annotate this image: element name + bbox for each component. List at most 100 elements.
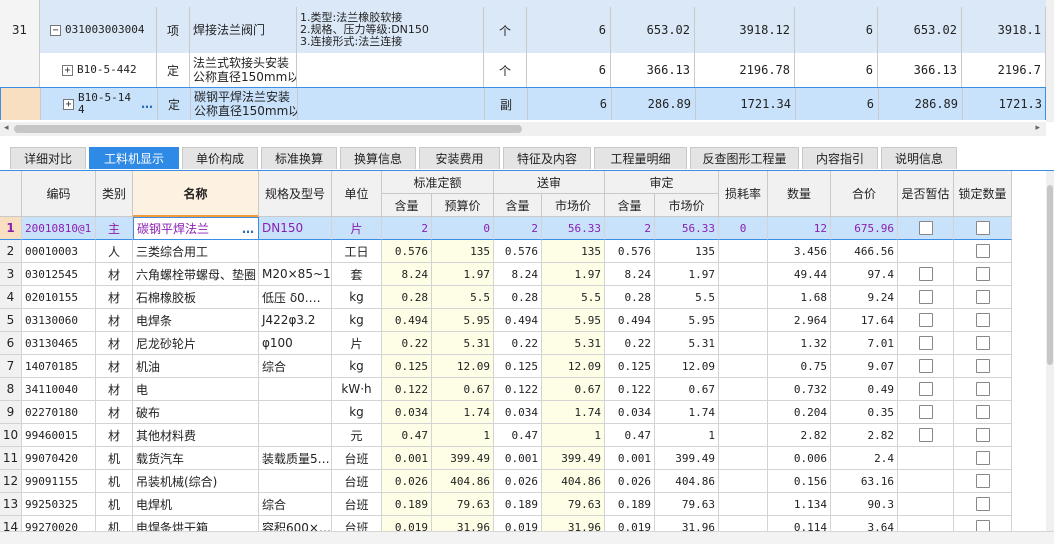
cell-n[interactable]: 9 xyxy=(0,401,22,424)
cell-p3[interactable]: 1 xyxy=(655,424,719,447)
cell-n[interactable]: 12 xyxy=(0,470,22,493)
col-lock-header[interactable]: 锁定数量 xyxy=(954,171,1012,217)
lock-quantity-checkbox[interactable] xyxy=(975,405,990,419)
table-row[interactable]: 31 −031003003004 项焊接法兰阀门 1.类型:法兰橡胶软接 2.规格、压力… xyxy=(0,7,1046,54)
cell-name[interactable]: 机油 xyxy=(133,355,259,378)
cell-lock[interactable] xyxy=(954,309,1012,332)
cell-code[interactable]: 34110040 xyxy=(22,378,96,401)
cell-code[interactable]: 14070185 xyxy=(22,355,96,378)
cell-count[interactable]: 12 xyxy=(768,217,831,240)
cell-lock[interactable] xyxy=(954,217,1012,240)
cell-n[interactable]: 3 xyxy=(0,263,22,286)
cell-type[interactable]: 材 xyxy=(96,332,133,355)
lock-quantity-checkbox[interactable] xyxy=(975,474,990,488)
cell-count[interactable]: 1.134 xyxy=(768,493,831,516)
cell-total[interactable]: 63.16 xyxy=(831,470,898,493)
cell-q2[interactable]: 2 xyxy=(494,217,542,240)
cell-q2[interactable]: 0.22 xyxy=(494,332,542,355)
cell-q1[interactable]: 0.034 xyxy=(382,401,432,424)
cell-p1[interactable]: 1.74 xyxy=(432,401,494,424)
cell-unit[interactable]: 片 xyxy=(332,217,382,240)
cell-lock[interactable] xyxy=(954,263,1012,286)
cell-temp[interactable] xyxy=(898,378,954,401)
cell-temp[interactable] xyxy=(898,286,954,309)
cell-count[interactable]: 0.006 xyxy=(768,447,831,470)
tab-8[interactable]: 反查图形工程量 xyxy=(690,147,799,169)
col-audit-qty-header[interactable]: 含量 xyxy=(605,194,655,217)
cell-total[interactable]: 1721.34 xyxy=(696,88,796,120)
cell-count[interactable]: 49.44 xyxy=(768,263,831,286)
cell-p1[interactable]: 135 xyxy=(432,240,494,263)
cell-code[interactable]: 99091155 xyxy=(22,470,96,493)
cell-loss[interactable] xyxy=(719,447,768,470)
cell-n[interactable]: 11 xyxy=(0,447,22,470)
cell-type[interactable]: 材 xyxy=(96,263,133,286)
cell-q3[interactable]: 0.026 xyxy=(605,470,655,493)
cell-n[interactable]: 6 xyxy=(0,332,22,355)
grid-row[interactable]: 7 14070185 材 机油 综合 kg 0.125 12.09 0.125 12.09 0.12… xyxy=(0,355,1012,378)
cell-spec[interactable]: 装载质量5… xyxy=(259,447,332,470)
cell-lock[interactable] xyxy=(954,378,1012,401)
cell-n[interactable]: 10 xyxy=(0,424,22,447)
cell-temp[interactable] xyxy=(898,493,954,516)
cell-loss[interactable] xyxy=(719,309,768,332)
cell-p2[interactable]: 5.5 xyxy=(542,286,605,309)
col-code-header[interactable]: 编码 xyxy=(22,171,96,217)
cell-type[interactable]: 材 xyxy=(96,424,133,447)
col-unit-header[interactable]: 单位 xyxy=(332,171,382,217)
cell-p1[interactable]: 12.09 xyxy=(432,355,494,378)
table-row[interactable]: + B10-5-442 定法兰式软接头安装 公称直径150mm以内 个 6 366.13 2… xyxy=(0,53,1046,88)
cell-n[interactable]: 2 xyxy=(0,240,22,263)
cell-q1[interactable]: 0.026 xyxy=(382,470,432,493)
temp-estimate-checkbox[interactable] xyxy=(918,221,933,235)
cell-spec[interactable] xyxy=(259,240,332,263)
cell-type[interactable]: 项 xyxy=(157,7,190,53)
cell-unit[interactable]: 元 xyxy=(332,424,382,447)
lock-quantity-checkbox[interactable] xyxy=(975,382,990,396)
lock-quantity-checkbox[interactable] xyxy=(975,313,990,327)
cell-code[interactable]: 02010155 xyxy=(22,286,96,309)
cell-p2[interactable]: 399.49 xyxy=(542,447,605,470)
cell-price2[interactable]: 366.13 xyxy=(878,53,962,87)
tab-5[interactable]: 安装费用 xyxy=(419,147,500,169)
cell-q1[interactable]: 0.28 xyxy=(382,286,432,309)
cell-q1[interactable]: 0.125 xyxy=(382,355,432,378)
cell-q2[interactable]: 0.494 xyxy=(494,309,542,332)
lock-quantity-checkbox[interactable] xyxy=(975,497,990,511)
cell-p1[interactable]: 5.5 xyxy=(432,286,494,309)
cell-q3[interactable]: 0.576 xyxy=(605,240,655,263)
cell-q2[interactable]: 0.034 xyxy=(494,401,542,424)
cell-name[interactable]: 尼龙砂轮片 xyxy=(133,332,259,355)
cell-name[interactable]: 三类综合用工 xyxy=(133,240,259,263)
cell-p1[interactable]: 399.49 xyxy=(432,447,494,470)
cell-p1[interactable]: 404.86 xyxy=(432,470,494,493)
col-send-qty-header[interactable]: 含量 xyxy=(494,194,542,217)
cell-name[interactable]: 破布 xyxy=(133,401,259,424)
grid-row[interactable]: 4 02010155 材 石棉橡胶板 低压 δ0.… kg 0.28 5.5 0.28 5.5 0.… xyxy=(0,286,1012,309)
cell-spec[interactable]: J422φ3.2 xyxy=(259,309,332,332)
cell-n[interactable]: 13 xyxy=(0,493,22,516)
lock-quantity-checkbox[interactable] xyxy=(975,267,990,281)
cell-p3[interactable]: 1.74 xyxy=(655,401,719,424)
cell-price2[interactable]: 653.02 xyxy=(878,7,962,53)
cell-loss[interactable] xyxy=(719,493,768,516)
cell-q2[interactable]: 0.576 xyxy=(494,240,542,263)
cell-qty2[interactable]: 6 xyxy=(796,88,879,120)
cell-spec[interactable]: φ100 xyxy=(259,332,332,355)
cell-loss[interactable] xyxy=(719,263,768,286)
cell-q1[interactable]: 0.189 xyxy=(382,493,432,516)
cell-p3[interactable]: 5.95 xyxy=(655,309,719,332)
cell-total[interactable]: 7.01 xyxy=(831,332,898,355)
cell-q3[interactable]: 2 xyxy=(605,217,655,240)
lock-quantity-checkbox[interactable] xyxy=(975,359,990,373)
cell-count[interactable]: 1.32 xyxy=(768,332,831,355)
cell-total2[interactable]: 1721.3 xyxy=(963,88,1046,120)
cell-total[interactable]: 0.49 xyxy=(831,378,898,401)
cell-unit[interactable]: 台班 xyxy=(332,447,382,470)
cell-temp[interactable] xyxy=(898,240,954,263)
cell-code[interactable]: 99250325 xyxy=(22,493,96,516)
grid-row[interactable]: 9 02270180 材 破布 kg 0.034 1.74 0.034 1.74 0.034 1.7… xyxy=(0,401,1012,424)
cell-count[interactable]: 2.964 xyxy=(768,309,831,332)
col-count-header[interactable]: 数量 xyxy=(768,171,831,217)
cell-spec[interactable]: 综合 xyxy=(259,355,332,378)
